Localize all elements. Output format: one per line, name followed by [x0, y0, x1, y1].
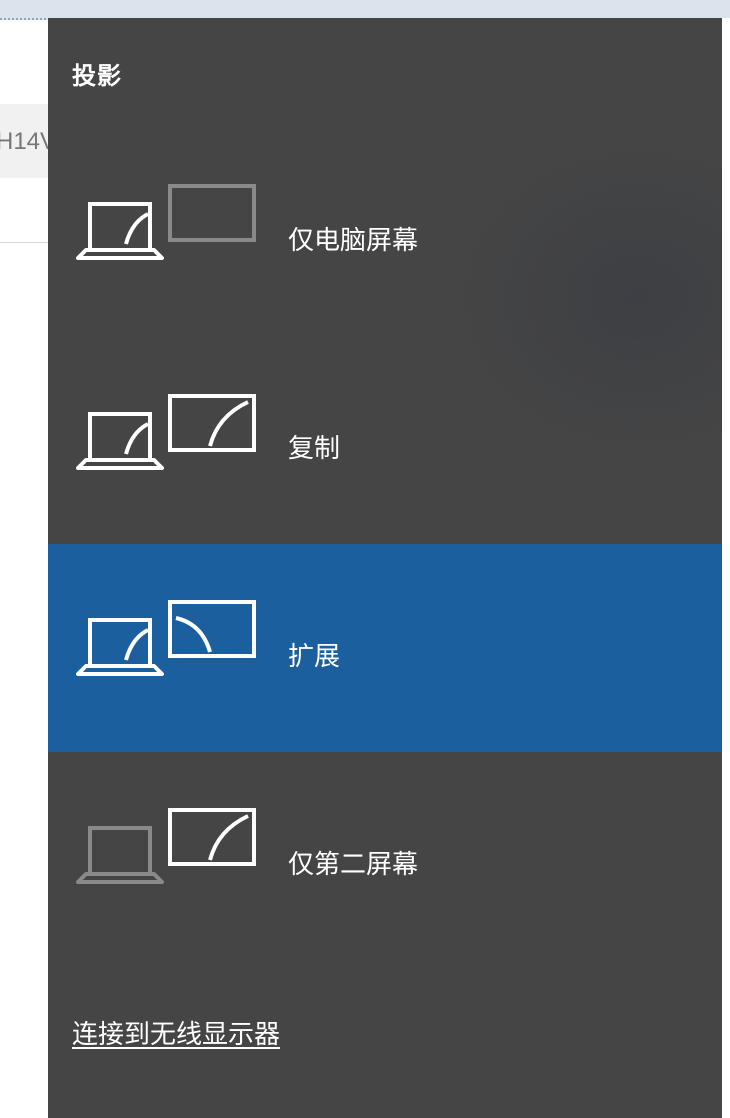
option-extend[interactable]: 扩展 [48, 544, 722, 752]
option-label-second-screen-only: 仅第二屏幕 [288, 850, 419, 880]
duplicate-icon [76, 394, 256, 470]
option-pc-screen-only[interactable]: 仅电脑屏幕 [48, 134, 722, 338]
background-right-edge [722, 18, 730, 1118]
extend-icon [76, 600, 256, 676]
project-panel: 投影 仅电脑屏幕 复制 扩展 仅第二屏幕 连接到无线显示器 [48, 18, 722, 1118]
panel-title: 投影 [72, 62, 122, 90]
option-second-screen-only[interactable]: 仅第二屏幕 [48, 752, 722, 958]
background-divider [0, 242, 48, 243]
option-duplicate[interactable]: 复制 [48, 338, 722, 544]
connect-wireless-display-link[interactable]: 连接到无线显示器 [72, 1014, 280, 1051]
option-label-extend: 扩展 [288, 642, 341, 672]
pc-screen-only-icon [76, 184, 256, 260]
option-label-duplicate: 复制 [288, 434, 341, 464]
background-title-bar [0, 0, 730, 20]
second-screen-only-icon [76, 808, 256, 884]
option-label-pc-screen-only: 仅电脑屏幕 [288, 226, 419, 256]
